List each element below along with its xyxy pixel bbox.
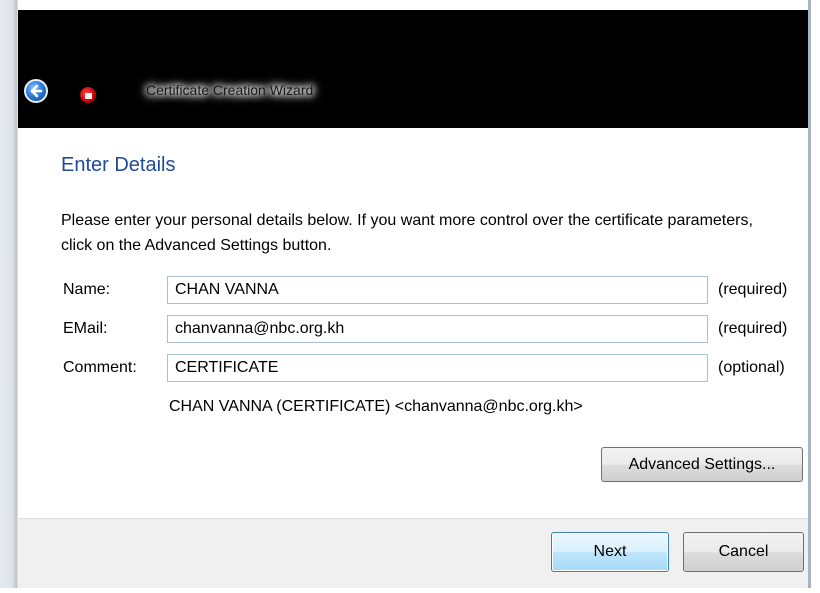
next-label: Next [593,543,627,560]
cancel-label: Cancel [718,543,769,560]
page-heading: Enter Details [61,154,176,176]
certificate-sheet-glyph [85,93,92,99]
advanced-settings-label: Advanced Settings... [628,456,776,473]
comment-optional-hint: (optional) [718,359,785,376]
certificate-app-icon [80,87,96,103]
name-label: Name: [63,281,111,298]
window-title: Certificate Creation Wizard [146,82,314,98]
cancel-button[interactable]: Cancel [683,532,804,572]
window-left-border [0,0,18,593]
window-right-edge [808,0,811,593]
comment-label: Comment: [63,359,137,376]
name-required-hint: (required) [718,281,788,298]
back-arrow-icon[interactable] [24,79,48,103]
title-bar [18,10,808,128]
advanced-settings-button[interactable]: Advanced Settings... [601,447,803,482]
window-top-edge [0,0,820,10]
next-button[interactable]: Next [551,532,669,572]
back-arrow-glyph [30,84,43,98]
name-field[interactable] [167,276,708,304]
intro-text: Please enter your personal details below… [61,212,753,254]
window-bottom-edge [0,588,820,593]
window-right-border [808,0,820,593]
email-label: EMail: [63,320,108,337]
email-required-hint: (required) [718,320,788,337]
identity-summary: CHAN VANNA (CERTIFICATE) <chanvanna@nbc.… [169,398,583,415]
email-field[interactable] [167,315,708,343]
comment-field[interactable] [167,354,708,382]
